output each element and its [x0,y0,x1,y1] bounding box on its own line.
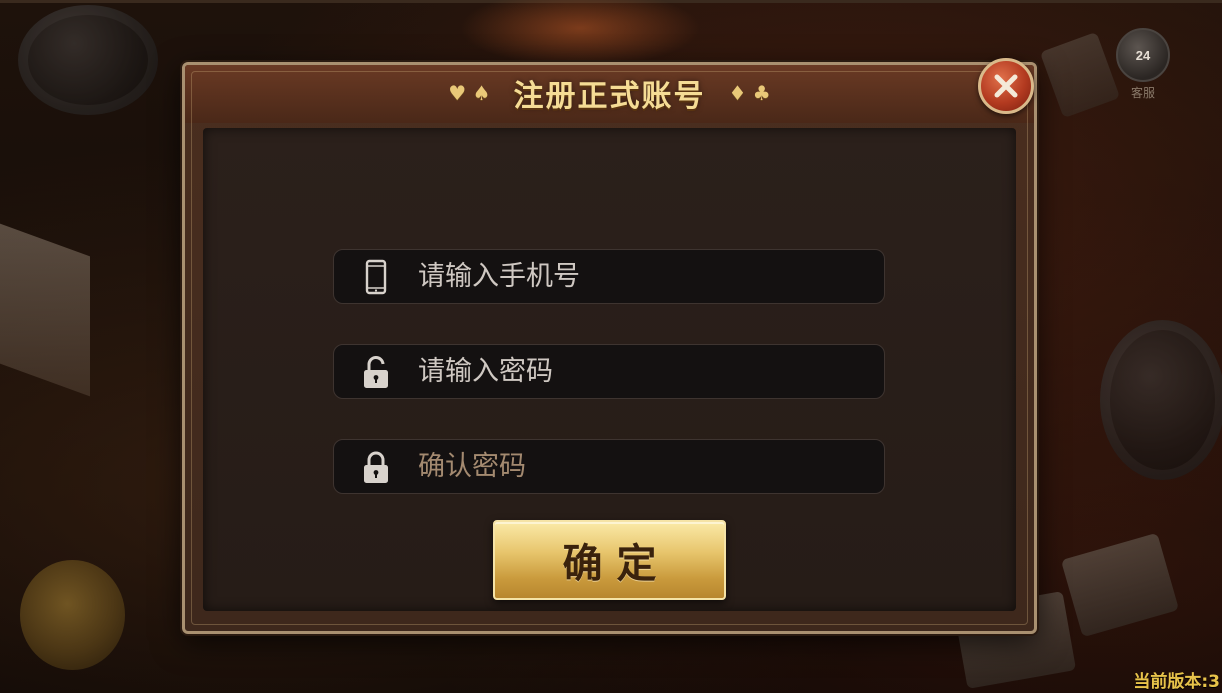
locked-padlock-icon [358,449,394,485]
suit-diamond-club-icon: ♦ ♣ [728,81,771,105]
poker-chip-decoration [1100,320,1222,480]
suit-heart-spade-icon: ♥ ♠ [448,81,491,105]
customer-service-icon: 24 [1116,28,1170,82]
poker-chip-decoration [18,5,158,115]
confirm-password-field[interactable] [333,439,885,494]
game-screen: 24 客服 ♥ ♠ 注册正式账号 ♦ ♣ 请输入手机号 确定 当前版本:3 [0,0,1222,693]
dialog-title-row: ♥ ♠ 注册正式账号 ♦ ♣ [185,73,1034,114]
playing-card-decoration [0,223,90,397]
customer-service-badge[interactable]: 24 客服 [1116,28,1170,108]
phone-input[interactable] [418,256,884,297]
version-label: 当前版本:3 [1133,672,1220,692]
confirm-button-label: 确定 [562,541,671,587]
confirm-password-input[interactable] [418,446,884,487]
gold-coin-decoration [20,560,125,670]
close-button[interactable] [978,58,1034,114]
password-input[interactable] [418,351,884,392]
badge-label: 客服 [1130,86,1155,100]
domino-tile-decoration [1039,31,1121,119]
dialog-title: 注册正式账号 [513,79,706,114]
close-x-icon [994,74,1018,98]
phone-field[interactable] [333,249,885,304]
badge-number: 24 [1135,47,1151,63]
mobile-phone-icon [358,259,394,295]
domino-tile-decoration [1060,532,1180,638]
confirm-button[interactable]: 确定 [493,520,726,600]
password-field[interactable] [333,344,885,399]
rooster-artwork [450,0,710,70]
unlocked-padlock-icon [358,354,394,390]
